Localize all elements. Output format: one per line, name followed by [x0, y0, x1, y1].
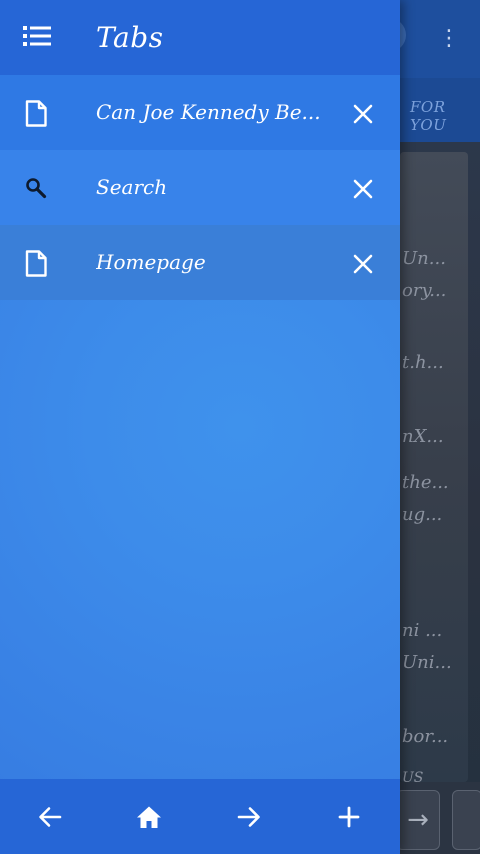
close-icon[interactable]	[346, 97, 380, 131]
article-snippet: ug...	[402, 504, 443, 525]
article-snippet: the...	[402, 472, 449, 493]
tab-title: Search	[96, 175, 168, 199]
bg-bottom-button[interactable]	[452, 790, 480, 850]
plus-icon[interactable]	[329, 797, 369, 837]
page-icon	[22, 99, 50, 127]
tab-item[interactable]: Search	[0, 150, 400, 225]
bg-forward-button[interactable]: →	[396, 790, 440, 850]
drawer-title: Tabs	[96, 21, 164, 54]
article-snippet: bor...	[402, 726, 449, 747]
tab-title: Homepage	[96, 250, 206, 274]
arrow-back-icon[interactable]	[30, 797, 70, 837]
tab-for-you[interactable]: FOR YOU	[410, 98, 480, 134]
list-menu-button[interactable]	[18, 20, 56, 56]
page-icon	[22, 249, 50, 277]
home-icon[interactable]	[129, 797, 169, 837]
close-icon[interactable]	[346, 247, 380, 281]
tabs-drawer: Tabs Can Joe Kennedy Be... Search Homepa…	[0, 0, 400, 854]
article-snippet: ory...	[402, 280, 447, 301]
article-snippet: Uni...	[402, 652, 452, 673]
drawer-footer	[0, 779, 400, 854]
article-snippet: t.h...	[402, 352, 444, 373]
article-snippet: nX...	[402, 426, 444, 447]
arrow-forward-icon[interactable]	[229, 797, 269, 837]
close-icon[interactable]	[346, 172, 380, 206]
article-snippet: ni ...	[402, 620, 443, 641]
search-icon	[22, 174, 50, 202]
article-card[interactable]	[400, 152, 468, 782]
tab-item-selected[interactable]: Homepage	[0, 225, 400, 300]
list-icon	[23, 25, 51, 51]
tab-title: Can Joe Kennedy Be...	[96, 100, 321, 124]
overflow-menu-icon[interactable]: ⋮	[438, 24, 460, 54]
tab-item[interactable]: Can Joe Kennedy Be...	[0, 75, 400, 150]
drawer-header: Tabs	[0, 0, 400, 75]
article-snippet: Un...	[402, 248, 446, 269]
